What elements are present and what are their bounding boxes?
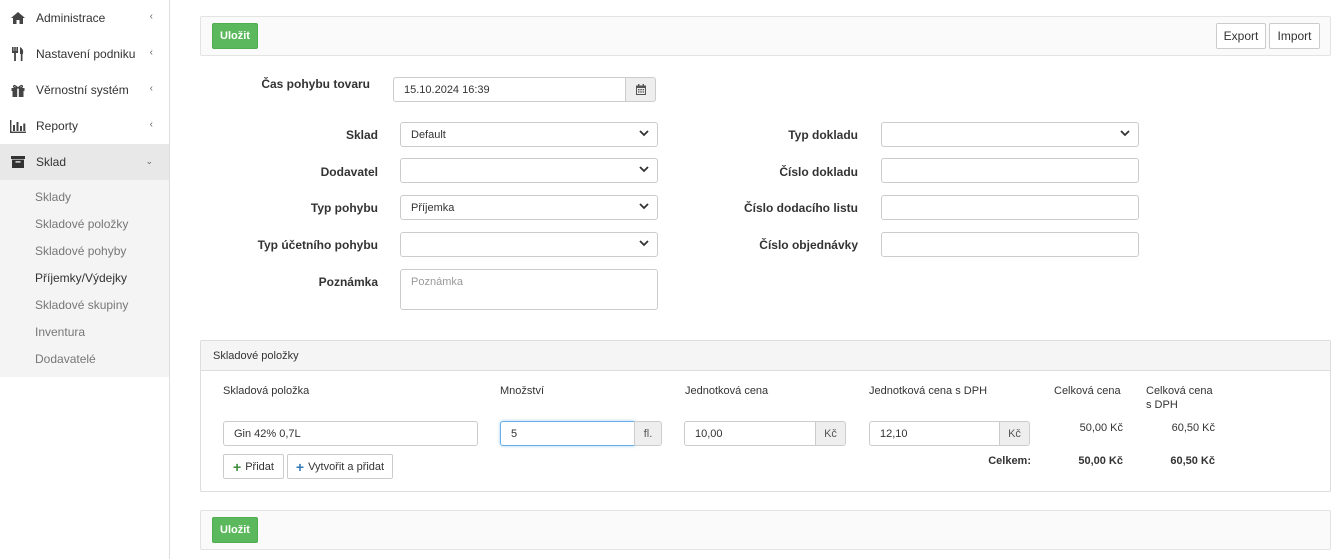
items-panel: Skladové položky Skladová položka Množst… — [200, 340, 1331, 492]
poznamka-label: Poznámka — [318, 275, 378, 289]
typ-ucetniho-label: Typ účetního pohybu — [257, 238, 378, 252]
sum-label: Celkem: — [988, 455, 1031, 467]
col-header-total-vat-line2: s DPH — [1146, 399, 1178, 411]
quantity-unit: fl. — [634, 421, 662, 446]
dodavatel-select[interactable] — [400, 158, 658, 183]
poznamka-textarea[interactable]: Poznámka — [400, 269, 658, 310]
sidebar-item-label: Reporty — [36, 119, 79, 133]
sidebar-subitem-skladove-polozky[interactable]: Skladové položky — [0, 211, 169, 238]
plus-icon: + — [233, 458, 242, 475]
cislo-objednavky-label: Číslo objednávky — [759, 238, 858, 252]
sidebar-item-nastaveni-podniku[interactable]: Nastavení podniku ‹ — [0, 36, 169, 72]
chevron-down-icon — [639, 203, 649, 210]
chevron-left-icon: ‹ — [149, 11, 153, 22]
chevron-down-icon — [639, 166, 649, 173]
cutlery-icon — [10, 47, 26, 61]
typ-dokladu-label: Typ dokladu — [788, 128, 858, 142]
typ-pohybu-label: Typ pohybu — [310, 201, 378, 215]
save-button[interactable]: Uložit — [212, 23, 258, 49]
sklad-select[interactable]: Default — [400, 122, 658, 147]
sidebar-subitem-dodavatele[interactable]: Dodavatelé — [0, 346, 169, 373]
calendar-icon — [635, 84, 646, 95]
sidebar-subitem-skladove-pohyby[interactable]: Skladové pohyby — [0, 238, 169, 265]
col-header-total-vat-line1: Celková cena — [1146, 385, 1213, 397]
items-panel-title: Skladové položky — [201, 341, 1330, 371]
top-toolbar: Uložit Export Import — [200, 16, 1331, 56]
typ-ucetniho-select[interactable] — [400, 232, 658, 257]
calendar-button[interactable] — [625, 77, 656, 102]
sidebar-item-label: Nastavení podniku — [36, 47, 136, 61]
typ-pohybu-select[interactable]: Příjemka — [400, 195, 658, 220]
sidebar-item-label: Sklad — [36, 155, 67, 169]
sidebar-item-sklad[interactable]: Sklad ⌄ — [0, 144, 169, 180]
chevron-down-icon — [639, 240, 649, 247]
item-input[interactable]: Gin 42% 0,7L — [223, 421, 478, 446]
col-header-total: Celková cena — [1054, 385, 1121, 397]
time-label: Čas pohybu tovaru — [261, 77, 370, 91]
cislo-objednavky-input[interactable] — [881, 232, 1139, 257]
sum-total: 50,00 Kč — [1078, 455, 1123, 467]
export-button[interactable]: Export — [1216, 23, 1266, 49]
sidebar: Administrace ‹ Nastavení podniku ‹ Věrno… — [0, 0, 170, 559]
archive-icon — [10, 155, 26, 169]
typ-dokladu-select[interactable] — [881, 122, 1139, 147]
sklad-label: Sklad — [345, 128, 378, 142]
sidebar-item-label: Administrace — [36, 11, 106, 25]
main-content: Uložit Export Import Čas pohybu tovaru 1… — [200, 0, 1333, 559]
row-total: 50,00 Kč — [1079, 422, 1123, 434]
create-and-add-button-label: Vytvořit a přidat — [308, 460, 385, 473]
import-button[interactable]: Import — [1269, 23, 1320, 49]
chevron-left-icon: ‹ — [149, 83, 153, 94]
cislo-dodaciho-label: Číslo dodacího listu — [743, 201, 858, 215]
home-icon — [10, 11, 26, 25]
unit-price-vat-currency: Kč — [999, 421, 1030, 446]
chevron-down-icon — [1120, 130, 1130, 137]
typ-pohybu-select-value: Příjemka — [411, 201, 455, 214]
save-button-bottom[interactable]: Uložit — [212, 517, 258, 543]
create-and-add-button[interactable]: + Vytvořit a přidat — [287, 454, 393, 479]
col-header-total-vat: Celková cena s DPH — [1146, 384, 1213, 412]
time-input[interactable]: 15.10.2024 16:39 — [393, 77, 626, 102]
gift-icon — [10, 83, 26, 97]
cislo-dokladu-input[interactable] — [881, 158, 1139, 183]
row-total-vat: 60,50 Kč — [1171, 422, 1215, 434]
unit-price-input[interactable]: 10,00 — [684, 421, 816, 446]
sidebar-item-administrace[interactable]: Administrace ‹ — [0, 0, 169, 36]
plus-icon: + — [295, 458, 305, 475]
cislo-dodaciho-input[interactable] — [881, 195, 1139, 220]
sidebar-subitem-inventura[interactable]: Inventura — [0, 319, 169, 346]
sidebar-item-label: Věrnostní systém — [36, 83, 129, 97]
sidebar-item-reporty[interactable]: Reporty ‹ — [0, 108, 169, 144]
bottom-toolbar: Uložit — [200, 510, 1331, 550]
sklad-select-value: Default — [411, 128, 446, 141]
sidebar-subitem-sklady[interactable]: Sklady — [0, 184, 169, 211]
add-button-label: Přidat — [245, 460, 274, 473]
col-header-unit-price-vat: Jednotková cena s DPH — [869, 385, 988, 397]
sidebar-subitem-skladove-skupiny[interactable]: Skladové skupiny — [0, 292, 169, 319]
sum-total-vat: 60,50 Kč — [1170, 455, 1215, 467]
bar-chart-icon — [10, 119, 26, 133]
dodavatel-label: Dodavatel — [320, 165, 378, 179]
sidebar-item-vernostni-system[interactable]: Věrnostní systém ‹ — [0, 72, 169, 108]
unit-price-currency: Kč — [815, 421, 846, 446]
col-header-qty: Množství — [500, 385, 545, 397]
chevron-left-icon: ‹ — [149, 47, 153, 58]
sidebar-subitem-prijemky-vydejky[interactable]: Příjemky/Výdejky — [0, 265, 169, 292]
cislo-dokladu-label: Číslo dokladu — [779, 165, 858, 179]
col-header-unit-price: Jednotková cena — [685, 385, 769, 397]
chevron-down-icon: ⌄ — [145, 156, 153, 166]
unit-price-vat-input[interactable]: 12,10 — [869, 421, 1000, 446]
sidebar-submenu-sklad: Sklady Skladové položky Skladové pohyby … — [0, 180, 169, 377]
quantity-input[interactable]: 5 — [500, 421, 635, 446]
chevron-down-icon — [639, 130, 649, 137]
col-header-item: Skladová položka — [223, 385, 310, 397]
chevron-left-icon: ‹ — [149, 119, 153, 130]
add-button[interactable]: + Přidat — [223, 454, 284, 479]
